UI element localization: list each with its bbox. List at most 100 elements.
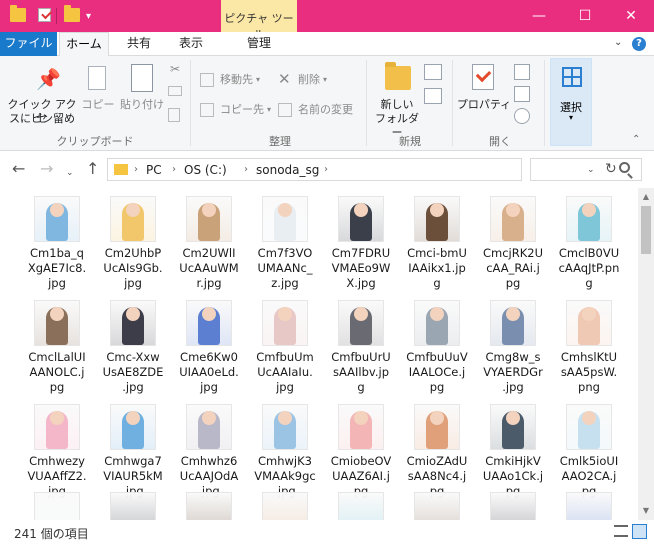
copy-path-icon[interactable] [168, 86, 182, 96]
help-icon[interactable]: ? [632, 37, 646, 51]
chevron-down-icon[interactable]: ⌄ [614, 37, 622, 48]
file-thumbnail [262, 300, 308, 346]
file-name-line: CmhslKtU [560, 350, 618, 364]
new-folder-icon[interactable] [64, 5, 80, 22]
file-name-line: Cmhwezy [29, 454, 85, 468]
file-item[interactable]: Cmc-Xxw UsAE8ZDE .jpg [96, 296, 170, 398]
recent-locations-icon[interactable]: ⌄ [66, 164, 74, 182]
cut-icon[interactable]: ✂ [168, 62, 182, 78]
file-item[interactable]: Cmlk5ioUI AAO2CA.j pg [552, 400, 626, 502]
breadcrumb-pc[interactable]: PC [146, 162, 162, 178]
file-item[interactable]: CmiobeOV UAAZ6AI.j pg [324, 400, 398, 502]
new-item-icon[interactable] [424, 64, 442, 80]
delete-icon: ✕ [278, 70, 291, 88]
breadcrumb-separator: › [172, 164, 176, 175]
address-bar[interactable]: › PC › OS (C:) › sonoda_sg › ⌄ ↻ [107, 158, 617, 181]
file-name-line: Cmhwhz6 [180, 454, 238, 468]
open-icon[interactable] [514, 64, 530, 80]
file-item[interactable]: Cmhwga7 VIAUR5kM .jpg [96, 400, 170, 502]
file-item[interactable]: Cm7f3VO UMAANc_ z.jpg [248, 192, 322, 294]
file-thumbnail[interactable] [490, 492, 536, 520]
history-icon[interactable] [514, 108, 530, 124]
move-to-label: 移動先 [220, 73, 253, 86]
move-to-icon [200, 73, 214, 87]
up-button[interactable]: ↑ [86, 160, 99, 178]
file-item[interactable]: CmioZAdU sAA8Nc4.j pg [400, 400, 474, 502]
file-item[interactable]: Cmg8w_s VYAERDGr .jpg [476, 296, 550, 398]
rename-button[interactable]: 名前の変更 [276, 100, 353, 120]
file-name-line: CmfbuUuV [406, 350, 468, 364]
edit-icon[interactable] [514, 86, 530, 102]
file-name-line: UAAo1Ck.j [482, 469, 544, 483]
tab-manage[interactable]: 管理 [222, 32, 296, 56]
copy-to-button[interactable]: コピー先 ▾ [198, 100, 271, 120]
file-name-line: CmfbuUrU [331, 350, 391, 364]
easy-access-icon[interactable] [424, 88, 442, 104]
file-item[interactable]: CmfbuUuV IAALOCe.j pg [400, 296, 474, 398]
tab-view[interactable]: 表示 [166, 32, 216, 56]
scroll-up-icon[interactable]: ▲ [638, 192, 654, 201]
quick-access-divider [56, 8, 57, 24]
pin-to-quick-access-button[interactable]: 📌 クイック アクセ スにピン留め [4, 56, 80, 130]
file-item[interactable]: Cm1ba_q XgAE7Ic8. jpg [20, 192, 94, 294]
tab-home[interactable]: ホーム [59, 32, 109, 57]
search-input[interactable] [530, 158, 642, 181]
file-item[interactable]: Cmhwhz6 UcAAJOdA .jpg [172, 400, 246, 502]
back-button[interactable]: ← [12, 160, 25, 178]
select-grid-icon [562, 67, 582, 87]
file-thumbnail[interactable] [414, 492, 460, 520]
maximize-button[interactable]: ☐ [562, 0, 608, 32]
paste-shortcut-icon[interactable] [168, 108, 180, 122]
delete-button[interactable]: ✕ 削除 ▾ [276, 70, 327, 90]
file-item[interactable]: Cm2UhbP UcAIs9Gb. jpg [96, 192, 170, 294]
file-item[interactable]: CmhslKtU sAA5psW. png [552, 296, 626, 398]
quick-access-dropdown-icon[interactable]: ▾ [86, 12, 91, 22]
file-thumbnail [566, 404, 612, 450]
file-thumbnail[interactable] [262, 492, 308, 520]
forward-button[interactable]: → [40, 160, 53, 178]
select-button[interactable]: 選択 ▾ [550, 58, 592, 146]
file-thumbnail[interactable] [110, 492, 156, 520]
tab-share[interactable]: 共有 [114, 32, 164, 56]
file-item[interactable]: CmcjRK2U cAA_RAi.j pg [476, 192, 550, 294]
file-item[interactable]: Cm2UWlI UcAAuWM r.jpg [172, 192, 246, 294]
breadcrumb-folder[interactable]: sonoda_sg [256, 162, 319, 178]
file-item[interactable]: CmclB0VU cAAqJtP.pn g [552, 192, 626, 294]
details-view-icon[interactable] [614, 525, 628, 537]
scrollbar-thumb[interactable] [641, 206, 651, 254]
copy-button[interactable]: コピー [80, 56, 116, 130]
breadcrumb-drive[interactable]: OS (C:) [184, 162, 227, 178]
tab-file[interactable]: ファイル [0, 32, 57, 56]
file-item[interactable]: Cmhwezy VUAAffZ2. jpg [20, 400, 94, 502]
paste-button[interactable]: 貼り付け [118, 56, 166, 130]
file-item[interactable]: Cme6Kw0 UIAA0eLd. jpg [172, 296, 246, 398]
ribbon-tab-bar: ファイル ホーム 共有 表示 管理 ⌄ ? [0, 32, 654, 57]
search-icon [619, 162, 630, 173]
file-item[interactable]: CmkiHjkV UAAo1Ck.j pg [476, 400, 550, 502]
scroll-down-icon[interactable]: ▼ [638, 506, 654, 515]
properties-icon[interactable] [38, 8, 51, 22]
file-item[interactable]: Cmci-bmU IAAikx1.jp g [400, 192, 474, 294]
pin-label-line-2: スにピン留め [9, 112, 75, 125]
file-item[interactable]: CmhwjK3 VMAAk9gc .jpg [248, 400, 322, 502]
file-item[interactable]: CmfbuUrU sAAIlbv.jp g [324, 296, 398, 398]
close-button[interactable]: ✕ [608, 0, 654, 32]
file-thumbnail[interactable] [566, 492, 612, 520]
file-item[interactable]: Cm7FDRU VMAEo9W X.jpg [324, 192, 398, 294]
file-thumbnail[interactable] [338, 492, 384, 520]
file-item[interactable]: CmfbuUm UcAAIaIu. jpg [248, 296, 322, 398]
vertical-scrollbar[interactable]: ▲ ▼ [638, 188, 654, 520]
large-icons-view-icon[interactable] [632, 524, 647, 539]
file-name-line: CmcjRK2U [482, 246, 543, 260]
file-thumbnail[interactable] [34, 492, 80, 520]
breadcrumb-separator: › [324, 164, 328, 175]
move-to-button[interactable]: 移動先 ▾ [198, 70, 260, 90]
collapse-ribbon-icon[interactable]: ⌃ [632, 134, 640, 145]
file-thumbnail[interactable] [186, 492, 232, 520]
folder-icon[interactable] [10, 5, 26, 22]
file-name-line: Cmhwga7 [104, 454, 162, 468]
file-name-line: XgAE7Ic8. [27, 261, 87, 275]
file-item[interactable]: CmclLalUI AANOLC.j pg [20, 296, 94, 398]
minimize-button[interactable]: — [516, 0, 562, 32]
file-name-line: AAO2CA.j [561, 469, 617, 483]
